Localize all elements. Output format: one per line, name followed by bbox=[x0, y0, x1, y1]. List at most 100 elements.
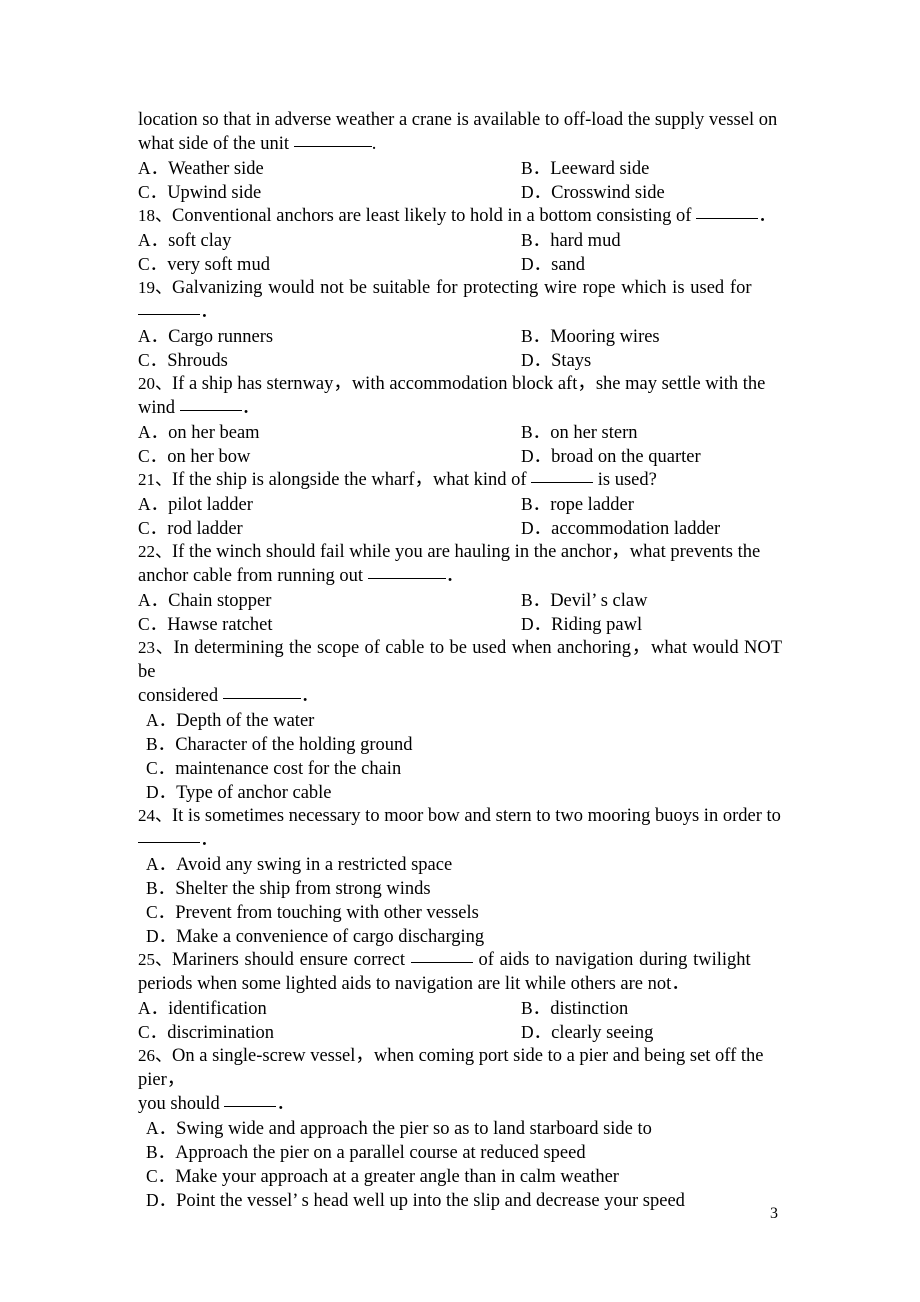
option-label: D． bbox=[521, 614, 552, 634]
fill-in-blank bbox=[138, 301, 200, 315]
question-19-stem-line-2: ． bbox=[138, 300, 782, 324]
option-c[interactable]: C．maintenance cost for the chain bbox=[138, 756, 782, 780]
option-text: Hawse ratchet bbox=[167, 615, 273, 635]
option-c[interactable]: C．Upwind side bbox=[138, 180, 261, 205]
option-d[interactable]: D．broad on the quarter bbox=[521, 444, 701, 469]
option-b[interactable]: B．Leeward side bbox=[521, 156, 649, 181]
option-c[interactable]: C．rod ladder bbox=[138, 516, 243, 541]
option-a[interactable]: A．pilot ladder bbox=[138, 492, 253, 517]
option-text: broad on the quarter bbox=[551, 447, 701, 467]
option-text: accommodation ladder bbox=[551, 519, 721, 539]
option-text: Character of the holding ground bbox=[175, 735, 413, 755]
option-label: D． bbox=[146, 1190, 177, 1210]
option-text: soft clay bbox=[168, 231, 232, 251]
option-row: C．Hawse ratchet D．Riding pawl bbox=[138, 612, 782, 636]
option-a[interactable]: A．identification bbox=[138, 996, 267, 1021]
option-label: A． bbox=[138, 422, 169, 442]
option-row: A．pilot ladder B．rope ladder bbox=[138, 492, 782, 516]
option-text: Weather side bbox=[168, 159, 264, 179]
option-text: Prevent from touching with other vessels bbox=[175, 903, 479, 923]
option-b[interactable]: B．Character of the holding ground bbox=[138, 732, 782, 756]
option-label: A． bbox=[138, 326, 169, 346]
question-stem-text: Galvanizing would not be suitable for pr… bbox=[172, 278, 752, 298]
option-d[interactable]: D．clearly seeing bbox=[521, 1020, 653, 1045]
option-b[interactable]: B．hard mud bbox=[521, 228, 621, 253]
option-label: C． bbox=[138, 446, 168, 466]
option-label: C． bbox=[138, 254, 168, 274]
option-label: A． bbox=[138, 230, 169, 250]
option-b[interactable]: B．Mooring wires bbox=[521, 324, 660, 349]
option-a[interactable]: A．Avoid any swing in a restricted space bbox=[138, 852, 782, 876]
option-d[interactable]: D．Type of anchor cable bbox=[138, 780, 782, 804]
option-row: A．identification B．distinction bbox=[138, 996, 782, 1020]
option-a[interactable]: A．Cargo runners bbox=[138, 324, 273, 349]
question-stem-text: In determining the scope of cable to be … bbox=[138, 638, 782, 682]
option-text: discrimination bbox=[167, 1023, 275, 1043]
option-label: C． bbox=[146, 1166, 176, 1186]
question-stem-text: you should bbox=[138, 1094, 225, 1114]
option-text: maintenance cost for the chain bbox=[175, 759, 402, 779]
question-20-stem: 20、If a ship has sternway，with accommoda… bbox=[138, 372, 782, 396]
question-stem-punct: ． bbox=[241, 398, 261, 418]
question-number: 21、 bbox=[138, 470, 172, 489]
option-b[interactable]: B．Devil’ s claw bbox=[521, 588, 647, 613]
option-label: C． bbox=[138, 182, 168, 202]
option-d[interactable]: D．Make a convenience of cargo dischargin… bbox=[138, 924, 782, 948]
option-a[interactable]: A．on her beam bbox=[138, 420, 260, 445]
option-d[interactable]: D．Point the vessel’ s head well up into … bbox=[138, 1188, 782, 1212]
option-a[interactable]: A．Swing wide and approach the pier so as… bbox=[138, 1116, 782, 1140]
fill-in-blank bbox=[367, 565, 446, 579]
option-d[interactable]: D．Crosswind side bbox=[521, 180, 665, 205]
question-stem-punct: ． bbox=[300, 686, 320, 706]
option-a[interactable]: A．Chain stopper bbox=[138, 588, 271, 613]
option-text: Make a convenience of cargo discharging bbox=[176, 927, 485, 947]
option-a[interactable]: A．Depth of the water bbox=[138, 708, 782, 732]
option-d[interactable]: D．Stays bbox=[521, 348, 591, 373]
option-text: Mooring wires bbox=[550, 327, 660, 347]
option-b[interactable]: B．rope ladder bbox=[521, 492, 634, 517]
option-c[interactable]: C．Hawse ratchet bbox=[138, 612, 272, 637]
question-21-stem: 21、If the ship is alongside the wharf，wh… bbox=[138, 468, 782, 492]
option-c[interactable]: C．very soft mud bbox=[138, 252, 270, 277]
option-c[interactable]: C．discrimination bbox=[138, 1020, 274, 1045]
option-label: D． bbox=[521, 1022, 552, 1042]
option-c[interactable]: C．Prevent from touching with other vesse… bbox=[138, 900, 782, 924]
option-c[interactable]: C．Shrouds bbox=[138, 348, 228, 373]
question-stem-text-2: of aids to navigation during twilight bbox=[472, 950, 751, 970]
option-text: Devil’ s claw bbox=[550, 591, 648, 611]
option-row: C．Shrouds D．Stays bbox=[138, 348, 782, 372]
option-text: Upwind side bbox=[167, 183, 262, 203]
option-text: Cargo runners bbox=[168, 327, 274, 347]
option-b[interactable]: B．distinction bbox=[521, 996, 628, 1021]
option-c[interactable]: C．Make your approach at a greater angle … bbox=[138, 1164, 782, 1188]
option-d[interactable]: D．Riding pawl bbox=[521, 612, 642, 637]
question-number: 23、 bbox=[138, 638, 174, 657]
option-label: D． bbox=[521, 182, 552, 202]
option-d[interactable]: D．accommodation ladder bbox=[521, 516, 720, 541]
option-b[interactable]: B．on her stern bbox=[521, 420, 638, 445]
option-text: distinction bbox=[550, 999, 629, 1019]
option-text: Chain stopper bbox=[168, 591, 272, 611]
option-b[interactable]: B．Shelter the ship from strong winds bbox=[138, 876, 782, 900]
option-text: Make your approach at a greater angle th… bbox=[175, 1167, 619, 1187]
question-22-stem-line-2: anchor cable from running out ． bbox=[138, 564, 782, 588]
option-label: D． bbox=[521, 350, 552, 370]
question-24-stem: 24、It is sometimes necessary to moor bow… bbox=[138, 804, 782, 828]
question-23-stem-line-2: considered ． bbox=[138, 684, 782, 708]
option-a[interactable]: A．soft clay bbox=[138, 228, 231, 253]
option-label: B． bbox=[521, 230, 551, 250]
question-stem-text: considered bbox=[138, 686, 223, 706]
question-stem-suffix: is used? bbox=[593, 470, 657, 490]
option-row: A．soft clay B．hard mud bbox=[138, 228, 782, 252]
option-text: Riding pawl bbox=[551, 615, 643, 635]
option-a[interactable]: A．Weather side bbox=[138, 156, 264, 181]
question-25-stem-line-2: periods when some lighted aids to naviga… bbox=[138, 972, 782, 996]
question-26-stem-line-2: you should ． bbox=[138, 1092, 782, 1116]
question-25-stem: 25、Mariners should ensure correct of aid… bbox=[138, 948, 782, 972]
option-d[interactable]: D．sand bbox=[521, 252, 585, 277]
question-26-stem: 26、On a single-screw vessel，when coming … bbox=[138, 1044, 782, 1092]
option-text: Point the vessel’ s head well up into th… bbox=[176, 1191, 685, 1211]
option-text: Approach the pier on a parallel course a… bbox=[175, 1143, 586, 1163]
option-c[interactable]: C．on her bow bbox=[138, 444, 250, 469]
option-b[interactable]: B．Approach the pier on a parallel course… bbox=[138, 1140, 782, 1164]
